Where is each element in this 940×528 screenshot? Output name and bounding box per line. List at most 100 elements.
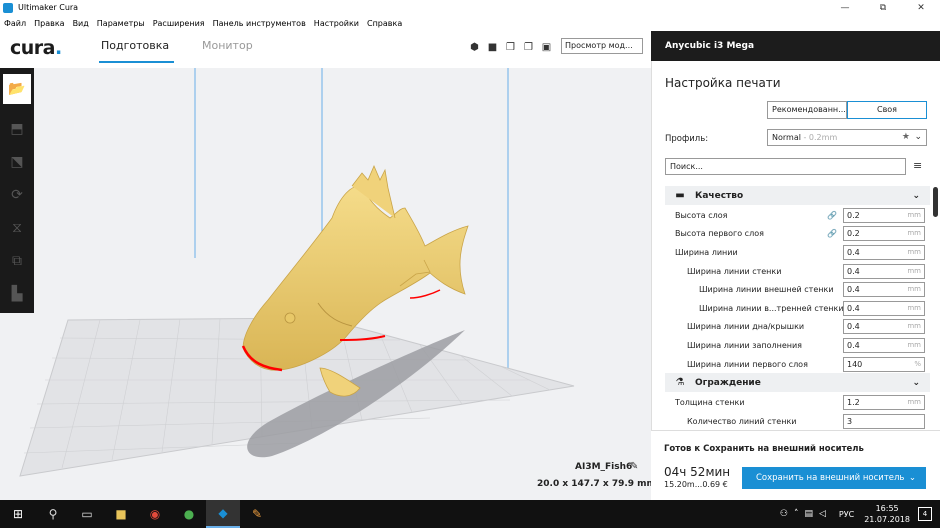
recommended-mode-button[interactable]: Рекомендованн...: [767, 101, 847, 119]
rotate-icon: ⟳: [11, 187, 23, 203]
window-controls: — ⧉ ✕: [826, 0, 940, 15]
setting-value-input[interactable]: 0.2 mm: [843, 226, 925, 242]
setting-unit: mm: [907, 247, 921, 256]
windows-start-icon[interactable]: ⊞: [0, 500, 36, 528]
view-3d-icon[interactable]: ⬢: [467, 40, 482, 54]
view-front-icon[interactable]: ■: [485, 40, 500, 54]
setting-value: 0.4: [847, 303, 860, 313]
view-mode-select[interactable]: Просмотр мод...: [561, 38, 643, 54]
setting-value-input[interactable]: 0.4 mm: [843, 319, 925, 335]
file-explorer-icon[interactable]: ■: [104, 500, 138, 528]
rotate-tool-button[interactable]: ⟳: [3, 181, 31, 209]
tool-sidebar: 📂 ⬒ ⬔ ⟳ ⧖ ⧉ ▙: [0, 68, 34, 313]
setting-value-input[interactable]: 3: [843, 413, 925, 429]
view-top-icon[interactable]: ❒: [503, 40, 518, 54]
settings-search-input[interactable]: Поиск...: [665, 158, 906, 175]
profile-select[interactable]: Normal - 0.2mm ★ ⌄: [767, 129, 927, 146]
input-language[interactable]: РУС: [839, 510, 854, 519]
chevron-up-icon[interactable]: ˄: [794, 509, 799, 519]
clock[interactable]: 16:55 21.07.2018: [864, 503, 910, 525]
open-file-button[interactable]: 📂: [3, 74, 31, 104]
mirror-tool-button[interactable]: ⧖: [3, 214, 31, 242]
paint-icon[interactable]: ✎: [240, 500, 274, 528]
setting-value: 0.4: [847, 322, 860, 332]
setting-label: Высота слоя: [675, 210, 728, 220]
mirror-icon: ⧖: [12, 220, 22, 236]
model-name: AI3M_Fish6: [575, 462, 633, 472]
mode-toggle: Рекомендованн... Своя: [767, 101, 927, 119]
menu-view[interactable]: Вид: [73, 19, 89, 28]
cura-logo: cura.: [10, 37, 62, 59]
cura-taskbar-icon[interactable]: ◆: [206, 500, 240, 528]
save-area: Готов к Сохранить на внешний носитель 04…: [651, 430, 940, 500]
support-icon: ▙: [11, 286, 23, 302]
camera-view-buttons: ⬢ ■ ❒ ❐ ▣: [467, 40, 557, 54]
menu-help[interactable]: Справка: [367, 19, 402, 28]
setting-value: 1.2: [847, 398, 860, 408]
setting-unit: mm: [907, 398, 921, 407]
category-quality[interactable]: ▬ Качество ⌄: [665, 186, 930, 205]
volume-icon[interactable]: ◁: [819, 509, 826, 519]
settings-scrollbar[interactable]: [933, 187, 938, 217]
move-tool-button[interactable]: ⬒: [3, 115, 31, 143]
printer-selector[interactable]: Anycubic i3 Mega: [651, 31, 940, 61]
star-icon[interactable]: ★: [902, 132, 910, 142]
tab-monitor[interactable]: Монитор: [202, 39, 253, 52]
support-blocker-button[interactable]: ▙: [3, 280, 31, 308]
people-icon[interactable]: ⚇: [780, 509, 788, 519]
notification-icon[interactable]: 4: [918, 507, 932, 521]
maximize-button[interactable]: ⧉: [864, 0, 902, 15]
link-icon[interactable]: 🔗: [827, 229, 837, 238]
minimize-button[interactable]: —: [826, 0, 864, 15]
custom-mode-button[interactable]: Своя: [847, 101, 927, 119]
menu-extensions[interactable]: Расширения: [153, 19, 205, 28]
per-model-settings-button[interactable]: ⧉: [3, 247, 31, 275]
tab-prepare[interactable]: Подготовка: [101, 39, 169, 52]
setting-row: Ширина линии первого слоя 140%: [665, 355, 930, 374]
setting-value: 0.4: [847, 340, 860, 350]
save-to-removable-button[interactable]: Сохранить на внешний носитель ⌄: [742, 467, 926, 489]
move-icon: ⬒: [10, 121, 24, 137]
utorrent-icon[interactable]: ●: [172, 500, 206, 528]
setting-value: 3: [847, 416, 853, 426]
view-right-icon[interactable]: ▣: [539, 40, 554, 54]
setting-label: Ширина линии: [675, 247, 738, 257]
setting-value-input[interactable]: 140%: [843, 356, 925, 372]
setting-label: Ширина линии в...тренней стенки: [699, 303, 844, 313]
setting-value-input[interactable]: 1.2 mm: [843, 395, 925, 411]
setting-row: Ширина линии 0.4 mm: [665, 243, 930, 262]
3d-viewport[interactable]: [0, 68, 651, 500]
active-tab-indicator: [99, 61, 174, 63]
setting-value-input[interactable]: 0.4 mm: [843, 337, 925, 353]
setting-label: Ширина линии заполнения: [687, 340, 802, 350]
menu-bar: Файл Правка Вид Параметры Расширения Пан…: [0, 15, 940, 31]
ready-status: Готов к Сохранить на внешний носитель: [664, 444, 864, 454]
setting-value-input[interactable]: 0.4 mm: [843, 282, 925, 298]
chevron-down-icon[interactable]: ⌄: [909, 473, 916, 483]
chrome-icon[interactable]: ◉: [138, 500, 172, 528]
menu-toolbox[interactable]: Панель инструментов: [213, 19, 306, 28]
setting-label: Количество линий стенки: [687, 416, 797, 426]
setting-value-input[interactable]: 0.2 mm: [843, 207, 925, 223]
network-icon[interactable]: ▤: [804, 509, 813, 519]
setting-value-input[interactable]: 0.4 mm: [843, 300, 925, 316]
menu-settings[interactable]: Параметры: [97, 19, 145, 28]
setting-value-input[interactable]: 0.4 mm: [843, 244, 925, 260]
edit-name-pencil-icon[interactable]: ✎: [630, 461, 638, 472]
link-icon[interactable]: 🔗: [827, 211, 837, 220]
view-left-icon[interactable]: ❐: [521, 40, 536, 54]
scale-tool-button[interactable]: ⬔: [3, 148, 31, 176]
search-icon[interactable]: ⚲: [36, 500, 70, 528]
category-shell[interactable]: ⚗ Ограждение ⌄: [665, 373, 930, 393]
task-view-icon[interactable]: ▭: [70, 500, 104, 528]
menu-edit[interactable]: Правка: [34, 19, 64, 28]
scale-icon: ⬔: [10, 154, 24, 170]
menu-preferences[interactable]: Настройки: [314, 19, 359, 28]
panel-title: Настройка печати: [665, 76, 781, 90]
close-button[interactable]: ✕: [902, 0, 940, 15]
system-tray: ⚇ ˄ ▤ ◁ РУС 16:55 21.07.2018 4: [777, 500, 932, 528]
menu-file[interactable]: Файл: [4, 19, 26, 28]
setting-value-input[interactable]: 0.4 mm: [843, 263, 925, 279]
settings-menu-icon[interactable]: ≡: [913, 159, 922, 172]
setting-row: Ширина линии стенки 0.4 mm: [665, 262, 930, 281]
